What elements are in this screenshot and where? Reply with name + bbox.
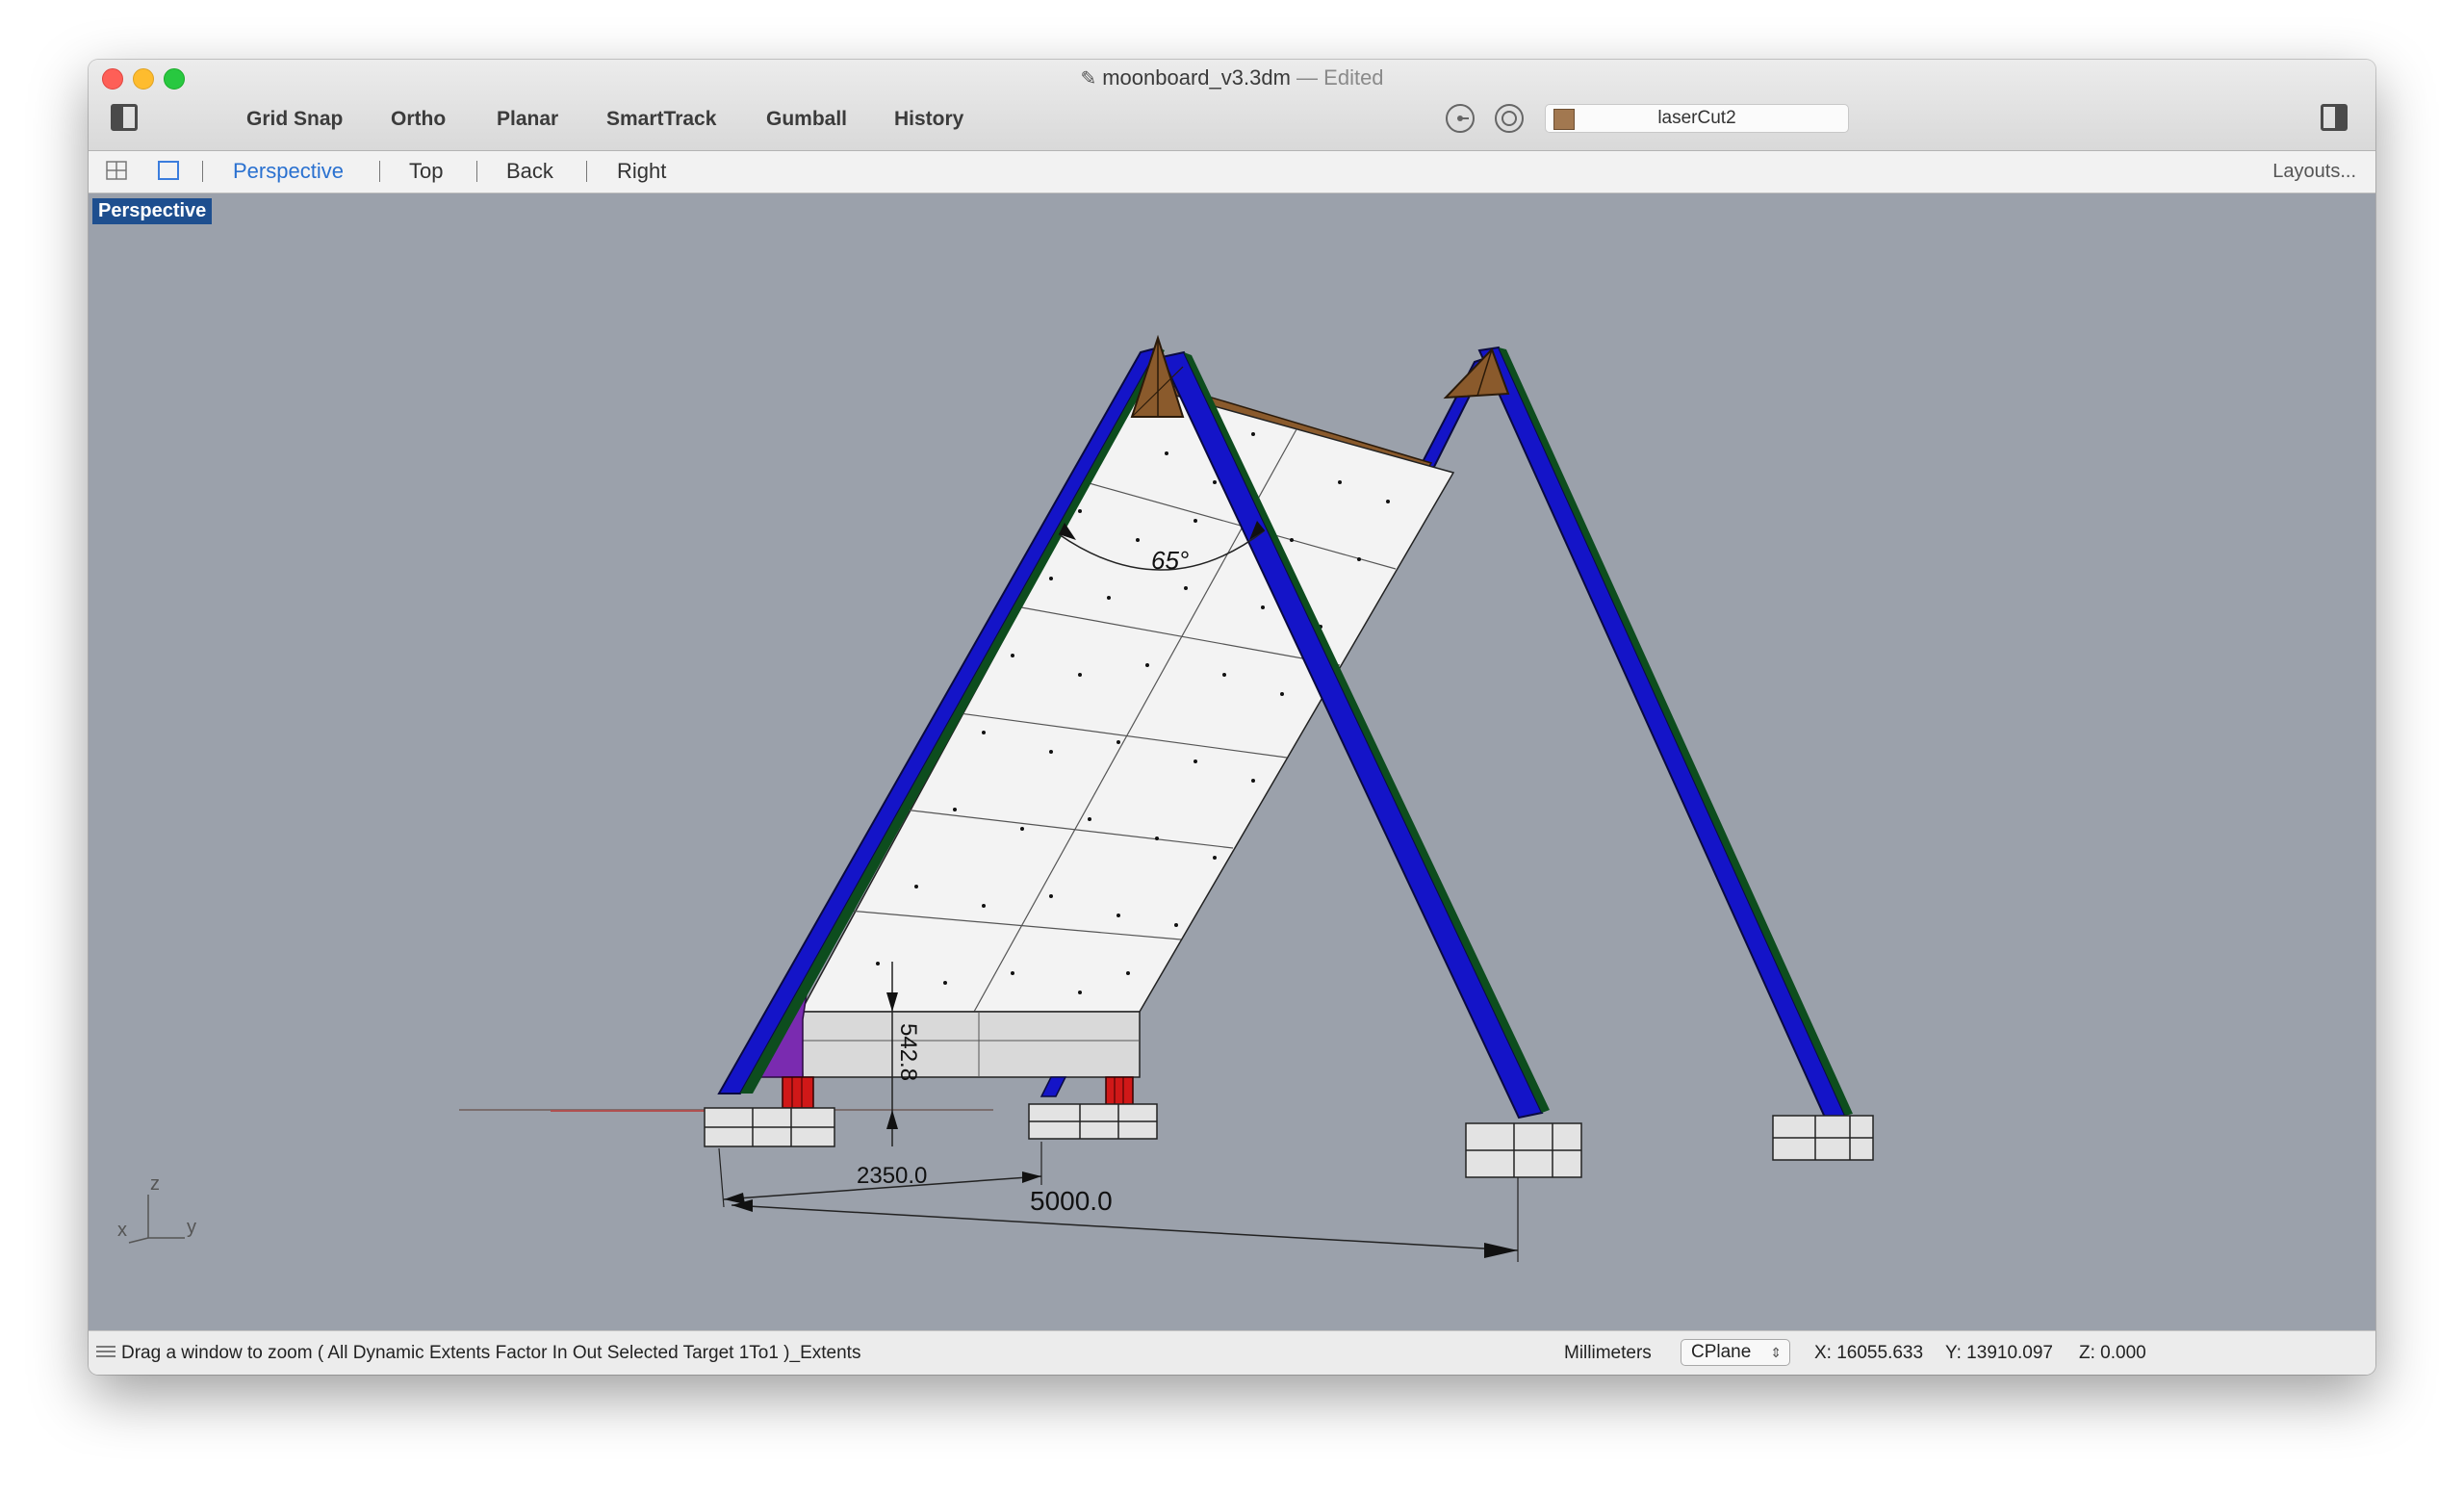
window-title: ✎ moonboard_v3.3dm — Edited <box>89 65 2375 90</box>
y-coordinate: Y: 13910.097 <box>1945 1343 2053 1363</box>
right-red-post <box>1105 1076 1134 1107</box>
title-bar: ✎ moonboard_v3.3dm — Edited Grid Snap Ort… <box>89 60 2375 151</box>
inner-rear-leg <box>1040 1076 1067 1097</box>
model-scene: 65° 542.8 2350.0 5000.0 z x y <box>117 334 1874 1262</box>
four-viewports-icon[interactable] <box>106 161 127 180</box>
command-prompt[interactable]: Drag a window to zoom ( All Dynamic Exte… <box>121 1343 860 1364</box>
tab-right[interactable]: Right <box>617 159 666 184</box>
command-history-icon[interactable] <box>96 1345 116 1358</box>
app-window: ✎ moonboard_v3.3dm — Edited Grid Snap Ort… <box>89 60 2375 1375</box>
up-down-chevron-icon: ⇕ <box>1770 1345 1782 1360</box>
document-name: moonboard_v3.3dm <box>1102 65 1291 90</box>
angle-label: 65° <box>1151 546 1189 575</box>
osnap-icon[interactable] <box>1446 104 1475 133</box>
status-bar: Drag a window to zoom ( All Dynamic Exte… <box>89 1330 2375 1375</box>
edited-status: Edited <box>1323 65 1384 90</box>
dim-short-label: 2350.0 <box>857 1163 927 1189</box>
ortho-button[interactable]: Ortho <box>391 108 446 131</box>
height-label: 542.8 <box>895 1023 921 1081</box>
viewport-name-label[interactable]: Perspective <box>92 198 213 224</box>
world-axes-icon <box>128 1195 185 1244</box>
climbing-wall-panel <box>799 385 1455 1013</box>
right-rear-leg-edge <box>1499 348 1853 1116</box>
right-sidebar-toggle-icon[interactable] <box>2321 104 2348 131</box>
viewport-tabs-bar: Perspective Top Back Right Layouts... <box>89 151 2375 193</box>
dim-long-label: 5000.0 <box>1030 1186 1113 1216</box>
left-red-post <box>782 1076 814 1109</box>
rhino-document-icon: ✎ <box>1080 68 1097 90</box>
layer-name: laserCut2 <box>1657 108 1736 128</box>
layouts-button[interactable]: Layouts... <box>2272 161 2356 183</box>
dim-long-line <box>731 1204 1519 1251</box>
filter-icon[interactable] <box>1495 104 1524 133</box>
tab-back[interactable]: Back <box>506 159 553 184</box>
left-sidebar-toggle-icon[interactable] <box>111 104 138 131</box>
gumball-button[interactable]: Gumball <box>766 108 847 131</box>
grid-snap-button[interactable]: Grid Snap <box>246 108 343 131</box>
axis-z-label: z <box>150 1173 160 1195</box>
tab-top[interactable]: Top <box>409 159 443 184</box>
cplane-value: CPlane <box>1691 1342 1752 1362</box>
cplane-select[interactable]: CPlane ⇕ <box>1681 1339 1790 1366</box>
history-button[interactable]: History <box>894 108 963 131</box>
title-separator: — <box>1296 65 1319 90</box>
perspective-viewport[interactable]: 65° 542.8 2350.0 5000.0 z x y Perspectiv… <box>89 193 2375 1330</box>
axis-y-label: y <box>187 1217 196 1238</box>
tab-perspective[interactable]: Perspective <box>233 159 344 184</box>
kicker-base <box>800 1011 1141 1078</box>
layer-selector[interactable]: laserCut2 <box>1545 104 1849 133</box>
planar-button[interactable]: Planar <box>497 108 558 131</box>
z-coordinate: Z: 0.000 <box>2079 1343 2146 1363</box>
smarttrack-button[interactable]: SmartTrack <box>606 108 716 131</box>
single-viewport-icon[interactable] <box>158 161 179 180</box>
axis-x-label: x <box>117 1220 127 1241</box>
x-coordinate: X: 16055.633 <box>1814 1343 1924 1363</box>
units-label[interactable]: Millimeters <box>1564 1343 1652 1364</box>
right-rear-leg <box>1477 346 1847 1121</box>
